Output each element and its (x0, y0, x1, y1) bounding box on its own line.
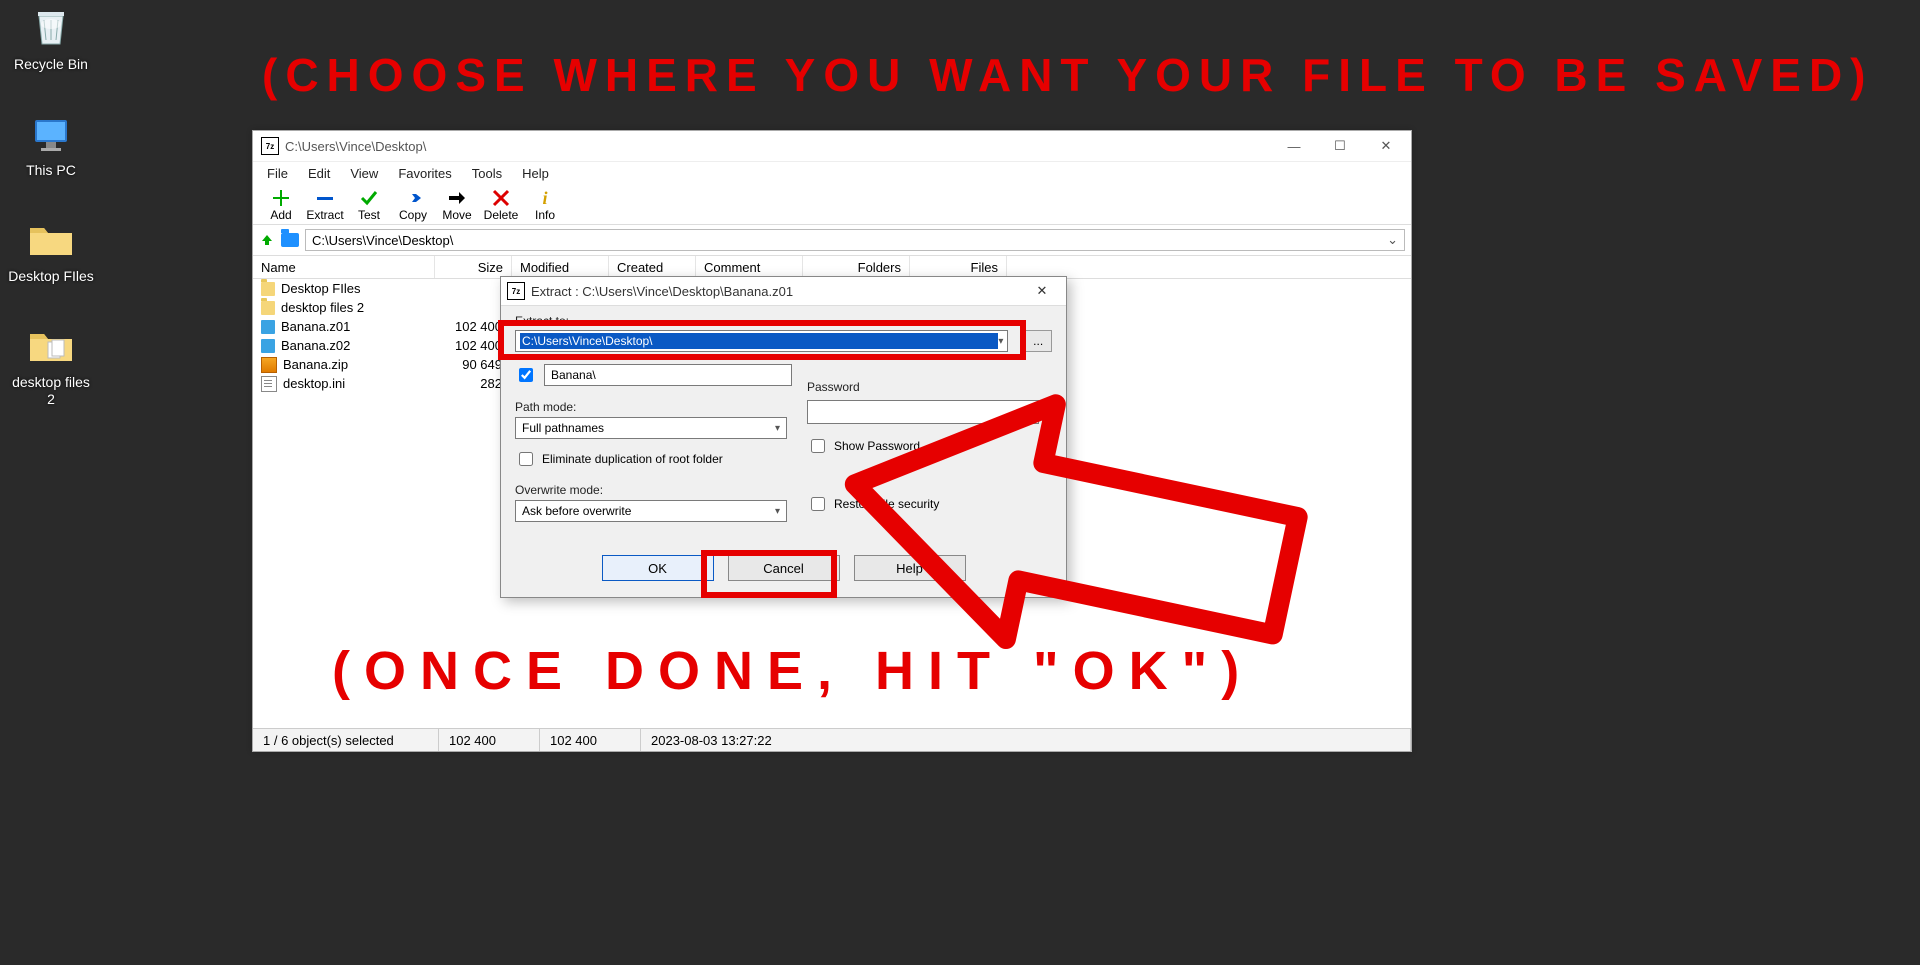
annotation-top: (CHOOSE WHERE YOU WANT YOUR FILE TO BE S… (262, 48, 1873, 102)
toolbar: Add Extract Test Copy Move Delete i Info (253, 184, 1411, 225)
toolbar-extract-label: Extract (306, 208, 343, 222)
menu-view[interactable]: View (342, 164, 386, 183)
recycle-bin-icon[interactable]: Recycle Bin (6, 4, 96, 73)
window-title: C:\Users\Vince\Desktop\ (285, 139, 1271, 154)
toolbar-copy-label: Copy (399, 208, 427, 222)
path-value: C:\Users\Vince\Desktop\ (312, 233, 453, 248)
toolbar-test-label: Test (358, 208, 380, 222)
folder-icon (27, 216, 75, 264)
path-combobox[interactable]: C:\Users\Vince\Desktop\ ⌄ (305, 229, 1405, 251)
up-one-level-button[interactable] (259, 232, 275, 248)
recycle-bin-label: Recycle Bin (6, 56, 96, 73)
pathbar: C:\Users\Vince\Desktop\ ⌄ (253, 225, 1411, 256)
dialog-title: Extract : C:\Users\Vince\Desktop\Banana.… (531, 284, 1022, 299)
desktop-files-label: Desktop FIles (6, 268, 96, 285)
desktop-files-2-label-l2: 2 (6, 391, 96, 408)
chevron-down-icon: ▾ (775, 506, 780, 517)
folder-icon (281, 233, 299, 247)
folder-icon (27, 322, 75, 370)
status-selection: 1 / 6 object(s) selected (253, 729, 439, 751)
password-label: Password (807, 380, 1047, 394)
this-pc-icon[interactable]: This PC (6, 110, 96, 179)
desktop-files-2-folder-icon[interactable]: desktop files 2 (6, 322, 96, 408)
annotation-bottom: (ONCE DONE, HIT "OK") (332, 640, 1253, 702)
toolbar-info-label: Info (535, 208, 555, 222)
menu-edit[interactable]: Edit (300, 164, 338, 183)
menu-help[interactable]: Help (514, 164, 557, 183)
col-size[interactable]: Size (435, 256, 512, 278)
x-icon (491, 188, 511, 208)
toolbar-move[interactable]: Move (435, 188, 479, 222)
toolbar-info[interactable]: i Info (523, 188, 567, 222)
col-files[interactable]: Files (910, 256, 1007, 278)
extract-to-value: C:\Users\Vince\Desktop\ (520, 333, 998, 349)
check-icon (359, 188, 379, 208)
this-pc-label: This PC (6, 162, 96, 179)
extract-to-combobox[interactable]: C:\Users\Vince\Desktop\ ▾ (515, 330, 1008, 352)
toolbar-copy[interactable]: Copy (391, 188, 435, 222)
status-date: 2023-08-03 13:27:22 (641, 729, 1411, 751)
plus-icon (271, 188, 291, 208)
toolbar-add[interactable]: Add (259, 188, 303, 222)
toolbar-add-label: Add (270, 208, 291, 222)
toolbar-extract[interactable]: Extract (303, 188, 347, 222)
browse-button[interactable]: ... (1024, 330, 1052, 352)
chevron-down-icon: ▾ (775, 423, 780, 434)
menu-file[interactable]: File (259, 164, 296, 183)
restore-security-checkbox[interactable]: Restore file security (807, 494, 1047, 514)
subfolder-input[interactable]: Banana\ (544, 364, 792, 386)
overwrite-select[interactable]: Ask before overwrite▾ (515, 500, 787, 522)
folder-icon (261, 301, 275, 315)
password-input[interactable] (807, 400, 1039, 424)
zip-icon (261, 357, 277, 373)
titlebar[interactable]: 7z C:\Users\Vince\Desktop\ — ☐ ✕ (253, 131, 1411, 162)
archive-part-icon (261, 339, 275, 353)
chevron-down-icon: ▾ (998, 336, 1003, 347)
minimize-button[interactable]: — (1271, 131, 1317, 161)
status-size1: 102 400 (439, 729, 540, 751)
ok-button[interactable]: OK (602, 555, 714, 581)
toolbar-delete-label: Delete (484, 208, 519, 222)
status-size2: 102 400 (540, 729, 641, 751)
folder-icon (261, 282, 275, 296)
col-comment[interactable]: Comment (696, 256, 803, 278)
menu-favorites[interactable]: Favorites (390, 164, 459, 183)
minus-icon (315, 188, 335, 208)
trash-icon (27, 4, 75, 52)
col-modified[interactable]: Modified (512, 256, 609, 278)
cancel-button[interactable]: Cancel (728, 555, 840, 581)
copy-arrow-icon (403, 188, 423, 208)
extract-to-label: Extract to: (515, 314, 1052, 328)
info-icon: i (535, 188, 555, 208)
svg-text:i: i (542, 188, 547, 208)
subfolder-checkbox[interactable] (519, 368, 533, 382)
extract-dialog: 7z Extract : C:\Users\Vince\Desktop\Bana… (500, 276, 1067, 598)
sevenzip-icon: 7z (507, 282, 525, 300)
col-name[interactable]: Name (253, 256, 435, 278)
help-button[interactable]: Help (854, 555, 966, 581)
menu-tools[interactable]: Tools (464, 164, 510, 183)
archive-part-icon (261, 320, 275, 334)
desktop-files-2-label-l1: desktop files (6, 374, 96, 391)
dialog-close-button[interactable]: ✕ (1022, 278, 1062, 304)
menubar: File Edit View Favorites Tools Help (253, 162, 1411, 184)
statusbar: 1 / 6 object(s) selected 102 400 102 400… (253, 728, 1411, 751)
ini-file-icon (261, 376, 277, 392)
pathmode-select[interactable]: Full pathnames▾ (515, 417, 787, 439)
show-password-checkbox[interactable]: Show Password (807, 436, 1047, 456)
toolbar-test[interactable]: Test (347, 188, 391, 222)
toolbar-delete[interactable]: Delete (479, 188, 523, 222)
desktop-files-folder-icon[interactable]: Desktop FIles (6, 216, 96, 285)
toolbar-move-label: Move (442, 208, 471, 222)
col-folders[interactable]: Folders (803, 256, 910, 278)
close-button[interactable]: ✕ (1363, 131, 1409, 161)
col-created[interactable]: Created (609, 256, 696, 278)
move-arrow-icon (447, 188, 467, 208)
maximize-button[interactable]: ☐ (1317, 131, 1363, 161)
sevenzip-icon: 7z (261, 137, 279, 155)
dialog-titlebar[interactable]: 7z Extract : C:\Users\Vince\Desktop\Bana… (501, 277, 1066, 306)
monitor-icon (27, 110, 75, 158)
chevron-down-icon: ⌄ (1387, 232, 1398, 248)
